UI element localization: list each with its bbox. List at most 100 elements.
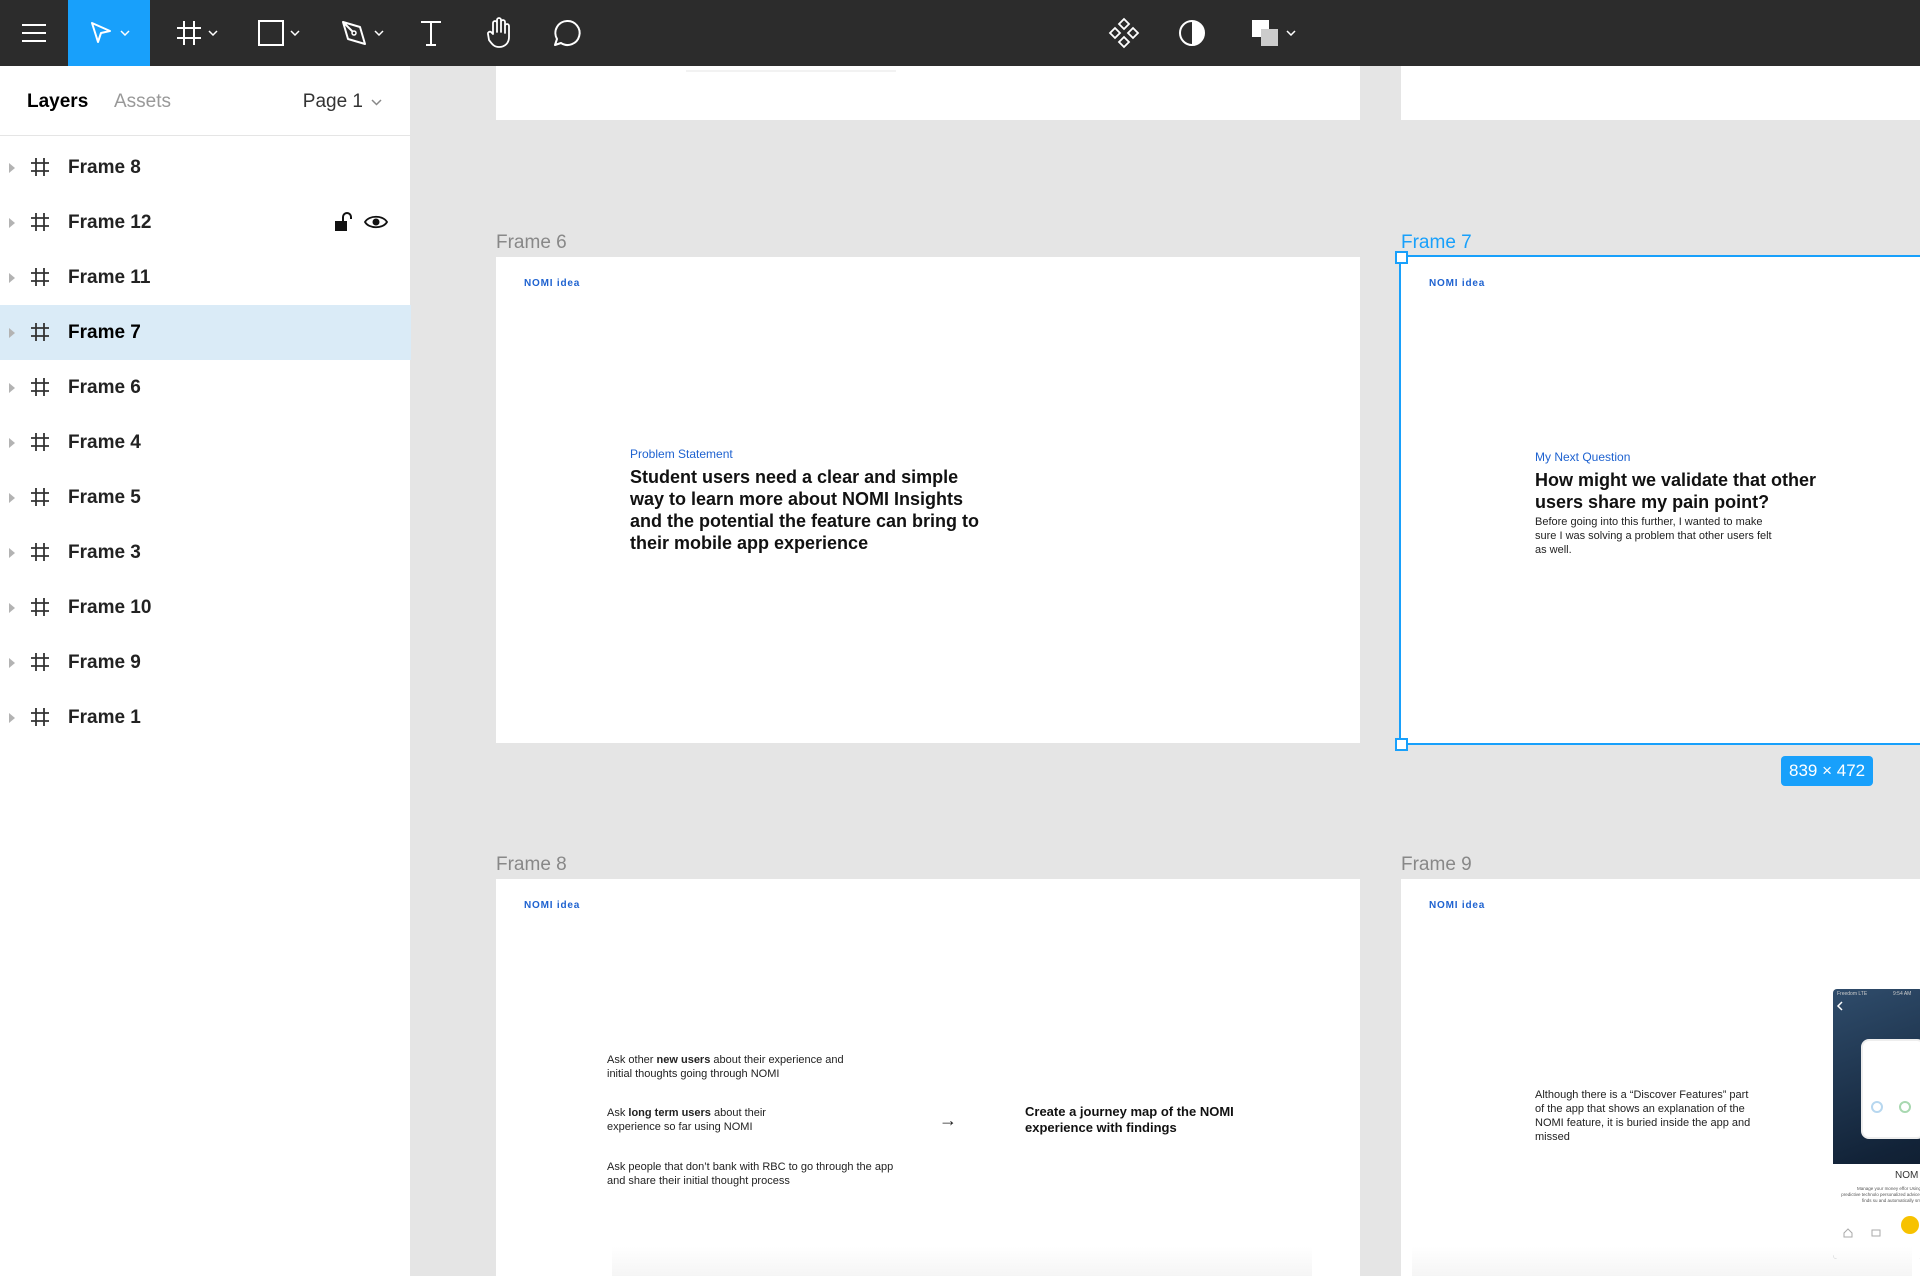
expand-caret-icon[interactable] bbox=[9, 327, 15, 338]
unlock-icon[interactable] bbox=[334, 212, 352, 232]
expand-caret-icon[interactable] bbox=[9, 492, 15, 503]
frame-icon bbox=[31, 433, 49, 451]
chevron-down-icon bbox=[374, 30, 384, 36]
tab-assets[interactable]: Assets bbox=[114, 91, 171, 113]
selection-outline bbox=[1399, 255, 1920, 745]
frame-icon bbox=[31, 543, 49, 561]
frame-icon bbox=[31, 268, 49, 286]
brand-label: NOMI idea bbox=[524, 900, 581, 911]
layer-name: Frame 10 bbox=[68, 596, 152, 618]
chevron-down-icon bbox=[1286, 30, 1296, 36]
page-selector[interactable]: Page 1 bbox=[303, 91, 382, 113]
accounts-icon bbox=[1871, 1229, 1881, 1237]
gauge-icon bbox=[1899, 1101, 1911, 1113]
hand-icon bbox=[487, 17, 510, 48]
boolean-operations-button[interactable] bbox=[1242, 0, 1304, 66]
research-item-new-users: Ask other new users about their experien… bbox=[607, 1053, 867, 1081]
main-menu-button[interactable] bbox=[0, 0, 68, 66]
layer-name: Frame 5 bbox=[68, 486, 141, 508]
move-tool-button[interactable] bbox=[68, 0, 150, 66]
frame-icon bbox=[31, 653, 49, 671]
frame-8[interactable]: NOMI idea Ask other new users about thei… bbox=[496, 879, 1360, 1276]
layer-name: Frame 3 bbox=[68, 541, 141, 563]
layer-row[interactable]: Frame 1 bbox=[0, 690, 411, 745]
pen-tool-button[interactable] bbox=[328, 0, 396, 66]
layer-name: Frame 4 bbox=[68, 431, 141, 453]
expand-caret-icon[interactable] bbox=[9, 437, 15, 448]
text-icon bbox=[421, 21, 441, 46]
layer-row[interactable]: Frame 9 bbox=[0, 635, 411, 690]
item-text: Ask other bbox=[607, 1054, 657, 1066]
eye-icon[interactable] bbox=[364, 214, 388, 230]
frame-icon bbox=[31, 378, 49, 396]
layer-row[interactable]: Frame 3 bbox=[0, 525, 411, 580]
rectangle-tool-button[interactable] bbox=[246, 0, 312, 66]
expand-caret-icon[interactable] bbox=[9, 382, 15, 393]
layer-name: Frame 8 bbox=[68, 156, 141, 178]
expand-caret-icon[interactable] bbox=[9, 162, 15, 173]
resize-handle-bottom-left[interactable] bbox=[1395, 738, 1408, 751]
panel-tabs: Layers Assets Page 1 bbox=[0, 66, 410, 136]
tab-layers[interactable]: Layers bbox=[27, 91, 88, 113]
frame-7-label[interactable]: Frame 7 bbox=[1401, 232, 1472, 254]
frame-icon bbox=[31, 213, 49, 231]
arrow-icon: → bbox=[939, 1110, 957, 1130]
expand-caret-icon[interactable] bbox=[9, 547, 15, 558]
expand-caret-icon[interactable] bbox=[9, 657, 15, 668]
menu-icon bbox=[22, 24, 46, 42]
create-component-button[interactable] bbox=[1104, 0, 1144, 66]
phone-time: 9:54 AM bbox=[1893, 991, 1912, 997]
text-tool-button[interactable] bbox=[412, 0, 450, 66]
frame-6[interactable]: NOMI idea Problem Statement Student user… bbox=[496, 257, 1360, 743]
layer-row[interactable]: Frame 4 bbox=[0, 415, 411, 470]
resize-handle-top-left[interactable] bbox=[1395, 251, 1408, 264]
frame-shadow bbox=[1412, 1246, 1912, 1276]
layer-row[interactable]: Frame 6 bbox=[0, 360, 411, 415]
expand-caret-icon[interactable] bbox=[9, 602, 15, 613]
chevron-down-icon bbox=[290, 30, 300, 36]
chevron-down-icon bbox=[120, 30, 130, 36]
expand-caret-icon[interactable] bbox=[9, 217, 15, 228]
layer-row[interactable]: Frame 10 bbox=[0, 580, 411, 635]
frame-top-left[interactable] bbox=[496, 66, 1360, 120]
layers-panel: Layers Assets Page 1 Frame 8 Frame 12 Fram… bbox=[0, 66, 411, 1276]
fab-button bbox=[1901, 1216, 1919, 1234]
phone-content: NOM Manage your money effor Using predic… bbox=[1833, 1164, 1920, 1259]
layer-row[interactable]: Frame 5 bbox=[0, 470, 411, 525]
layer-row[interactable]: Frame 12 bbox=[0, 195, 411, 250]
canvas[interactable]: Frame 6 NOMI idea Problem Statement Stud… bbox=[412, 66, 1920, 1276]
frame-icon bbox=[177, 21, 201, 45]
frame-6-label[interactable]: Frame 6 bbox=[496, 232, 567, 254]
component-icon bbox=[1108, 17, 1140, 49]
toolbar bbox=[0, 0, 1920, 66]
expand-caret-icon[interactable] bbox=[9, 712, 15, 723]
mask-button[interactable] bbox=[1172, 0, 1212, 66]
boolean-icon bbox=[1252, 20, 1278, 46]
problem-statement-headline: Student users need a clear and simple wa… bbox=[630, 467, 980, 553]
layer-row[interactable]: Frame 11 bbox=[0, 250, 411, 305]
mask-icon bbox=[1179, 20, 1205, 46]
layer-name: Frame 9 bbox=[68, 651, 141, 673]
frame-tool-button[interactable] bbox=[164, 0, 230, 66]
frame-icon bbox=[31, 158, 49, 176]
research-item-long-term-users: Ask long term users about their experien… bbox=[607, 1106, 807, 1134]
layer-row[interactable]: Frame 8 bbox=[0, 140, 411, 195]
frame-9-label[interactable]: Frame 9 bbox=[1401, 854, 1472, 876]
hand-tool-button[interactable] bbox=[478, 0, 520, 66]
expand-caret-icon[interactable] bbox=[9, 272, 15, 283]
item-text: Ask bbox=[607, 1107, 629, 1119]
back-arrow-icon bbox=[1836, 1001, 1843, 1011]
frame-top-right[interactable] bbox=[1401, 66, 1920, 120]
journey-map-outcome: Create a journey map of the NOMI experie… bbox=[1025, 1104, 1234, 1135]
frame-8-label[interactable]: Frame 8 bbox=[496, 854, 567, 876]
frame-9[interactable]: NOMI idea Although there is a “Discover … bbox=[1401, 879, 1920, 1276]
layer-name: Frame 12 bbox=[68, 211, 152, 233]
layer-name: Frame 1 bbox=[68, 706, 141, 728]
phone-heading: NOM bbox=[1895, 1170, 1919, 1181]
comment-tool-button[interactable] bbox=[546, 0, 588, 66]
frame-shadow bbox=[686, 70, 896, 72]
layer-row[interactable]: Frame 7 bbox=[0, 305, 411, 360]
pen-icon bbox=[342, 21, 366, 45]
phone-mockup: Freedom LTE 9:54 AM NOM Manage your mone… bbox=[1833, 989, 1920, 1259]
frame-icon bbox=[31, 323, 49, 341]
